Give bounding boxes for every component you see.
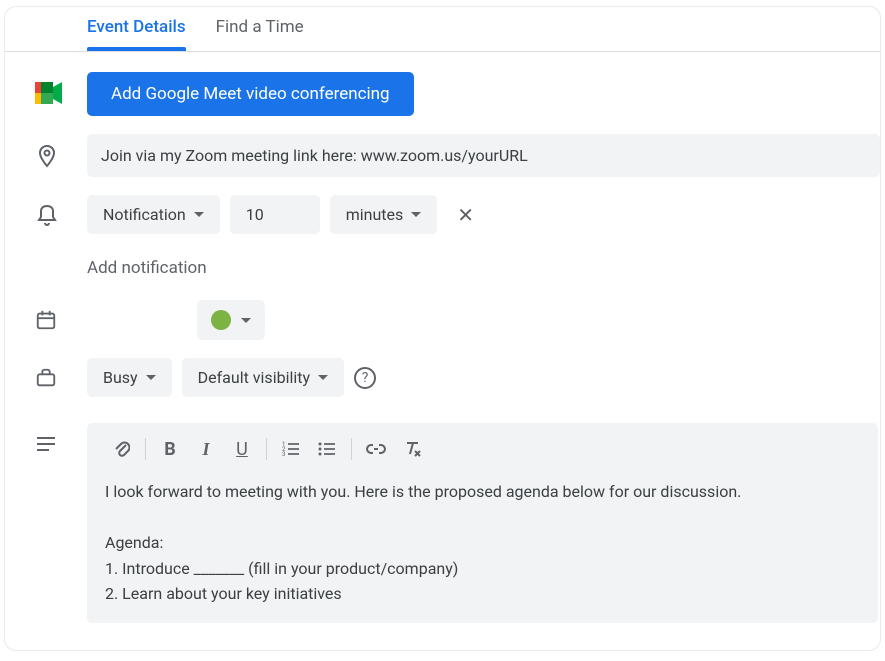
color-swatch-icon xyxy=(211,310,231,330)
help-icon[interactable]: ? xyxy=(354,367,376,389)
description-textarea[interactable]: I look forward to meeting with you. Here… xyxy=(87,475,878,623)
notification-value-input[interactable] xyxy=(230,195,320,234)
bold-button[interactable]: B xyxy=(152,433,188,465)
location-icon xyxy=(35,144,59,168)
chevron-down-icon xyxy=(411,212,421,217)
calendar-icon xyxy=(35,309,57,331)
notification-bell-icon xyxy=(35,203,59,227)
description-editor: B I U 1 2 3 xyxy=(87,423,878,623)
notification-unit-label: minutes xyxy=(346,205,404,224)
tabs-bar: Event Details Find a Time xyxy=(5,11,880,52)
calendar-color-dropdown[interactable] xyxy=(197,300,265,340)
notification-type-label: Notification xyxy=(103,205,186,224)
chevron-down-icon xyxy=(194,212,204,217)
chevron-down-icon xyxy=(318,375,328,380)
availability-label: Busy xyxy=(103,368,138,387)
format-toolbar: B I U 1 2 3 xyxy=(87,423,878,475)
clear-formatting-button[interactable] xyxy=(394,433,430,465)
underline-button[interactable]: U xyxy=(224,433,260,465)
add-google-meet-button[interactable]: Add Google Meet video conferencing xyxy=(87,72,414,116)
description-icon xyxy=(35,435,57,453)
svg-text:3: 3 xyxy=(282,451,285,457)
toolbar-separator xyxy=(351,438,352,460)
briefcase-icon xyxy=(35,367,57,389)
visibility-label: Default visibility xyxy=(198,368,310,387)
italic-button[interactable]: I xyxy=(188,433,224,465)
location-input[interactable] xyxy=(87,134,880,177)
numbered-list-button[interactable]: 1 2 3 xyxy=(273,433,309,465)
google-meet-icon xyxy=(35,82,63,106)
tab-event-details[interactable]: Event Details xyxy=(87,11,186,51)
add-notification-button[interactable]: Add notification xyxy=(87,252,880,284)
toolbar-separator xyxy=(266,438,267,460)
link-button[interactable] xyxy=(358,433,394,465)
visibility-dropdown[interactable]: Default visibility xyxy=(182,358,344,397)
chevron-down-icon xyxy=(146,375,156,380)
remove-notification-button[interactable]: ✕ xyxy=(447,197,484,233)
attachment-button[interactable] xyxy=(103,433,139,465)
toolbar-separator xyxy=(145,438,146,460)
bulleted-list-button[interactable] xyxy=(309,433,345,465)
chevron-down-icon xyxy=(241,318,251,323)
notification-unit-dropdown[interactable]: minutes xyxy=(330,195,438,234)
availability-dropdown[interactable]: Busy xyxy=(87,358,172,397)
tab-find-time[interactable]: Find a Time xyxy=(216,11,304,51)
notification-type-dropdown[interactable]: Notification xyxy=(87,195,220,234)
